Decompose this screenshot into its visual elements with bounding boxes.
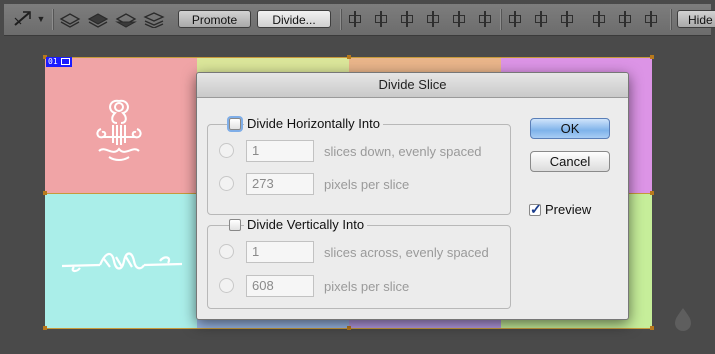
distribute-right-edges-icon[interactable]: [644, 11, 658, 27]
send-backward-icon[interactable]: [114, 10, 138, 28]
pixels-per-slice-h-radio[interactable]: [219, 176, 234, 191]
pixels-per-slice-h-input[interactable]: 273: [246, 173, 314, 195]
distribute-bottom-edges-icon[interactable]: [560, 11, 574, 27]
options-bar: ▼ Promote Divide... Hide: [4, 4, 715, 36]
distribute-left-edges-icon[interactable]: [592, 11, 606, 27]
divide-button[interactable]: Divide...: [257, 10, 331, 28]
slice-number-badge: 01: [46, 57, 72, 67]
slices-down-label: slices down, evenly spaced: [324, 144, 482, 159]
pixels-per-slice-v-label: pixels per slice: [324, 279, 410, 294]
ok-button[interactable]: OK: [530, 118, 610, 139]
preview-label: Preview: [545, 202, 592, 217]
slice-handle[interactable]: [43, 191, 47, 195]
divider: [670, 9, 671, 30]
divide-horizontally-checkbox[interactable]: [229, 118, 241, 130]
align-left-edges-icon[interactable]: [426, 11, 440, 27]
photoshop-window: ▼ Promote Divide... Hide 01 Divide Slice…: [0, 0, 715, 354]
slices-down-input[interactable]: 1: [246, 140, 314, 162]
divider: [500, 9, 501, 30]
slice-type-icon: [60, 58, 70, 65]
align-horizontal-centers-icon[interactable]: [452, 11, 466, 27]
slice-handle[interactable]: [347, 55, 351, 59]
bring-forward-icon[interactable]: [86, 10, 110, 28]
promote-button[interactable]: Promote: [178, 10, 251, 28]
slices-down-radio[interactable]: [219, 143, 234, 158]
send-to-back-icon[interactable]: [142, 10, 166, 29]
distribute-vertical-centers-icon[interactable]: [534, 11, 548, 27]
align-vertical-centers-icon[interactable]: [374, 11, 388, 27]
background-drop-icon: [672, 306, 694, 332]
divider: [340, 9, 341, 30]
slices-across-input[interactable]: 1: [246, 241, 314, 263]
rope-ornament-icon: [60, 247, 184, 275]
align-bottom-edges-icon[interactable]: [400, 11, 414, 27]
pixels-per-slice-v-radio[interactable]: [219, 278, 234, 293]
align-top-edges-icon[interactable]: [348, 11, 362, 27]
slice-handle[interactable]: [650, 326, 654, 330]
slice-handle[interactable]: [43, 326, 47, 330]
flourish-ornament-icon: [91, 95, 147, 165]
tool-preset-chevron-down-icon[interactable]: ▼: [36, 10, 46, 28]
divide-vertically-label: Divide Vertically Into: [244, 217, 368, 232]
pixels-per-slice-v-input[interactable]: 608: [246, 275, 314, 297]
slice-select-tool-icon[interactable]: [12, 10, 34, 28]
slices-across-radio[interactable]: [219, 244, 234, 259]
align-right-edges-icon[interactable]: [478, 11, 492, 27]
slices-across-label: slices across, evenly spaced: [324, 245, 489, 260]
distribute-top-edges-icon[interactable]: [508, 11, 522, 27]
bring-to-front-icon[interactable]: [58, 10, 82, 28]
divide-slice-dialog: Divide Slice Divide Horizontally Into 1 …: [196, 72, 629, 320]
dialog-title: Divide Slice: [197, 73, 628, 98]
slice-handle[interactable]: [650, 191, 654, 195]
divide-vertically-checkbox[interactable]: [229, 219, 241, 231]
pixels-per-slice-h-label: pixels per slice: [324, 177, 410, 192]
slice-number: 01: [48, 57, 58, 66]
hide-auto-slices-button[interactable]: Hide: [677, 10, 715, 28]
slice-handle[interactable]: [347, 326, 351, 330]
slice-handle[interactable]: [650, 55, 654, 59]
cancel-button[interactable]: Cancel: [530, 151, 610, 172]
divider: [52, 9, 53, 30]
preview-checkbox[interactable]: [529, 201, 542, 218]
divide-horizontally-group: [207, 124, 511, 215]
distribute-horizontal-centers-icon[interactable]: [618, 11, 632, 27]
divide-horizontally-label: Divide Horizontally Into: [244, 116, 383, 131]
